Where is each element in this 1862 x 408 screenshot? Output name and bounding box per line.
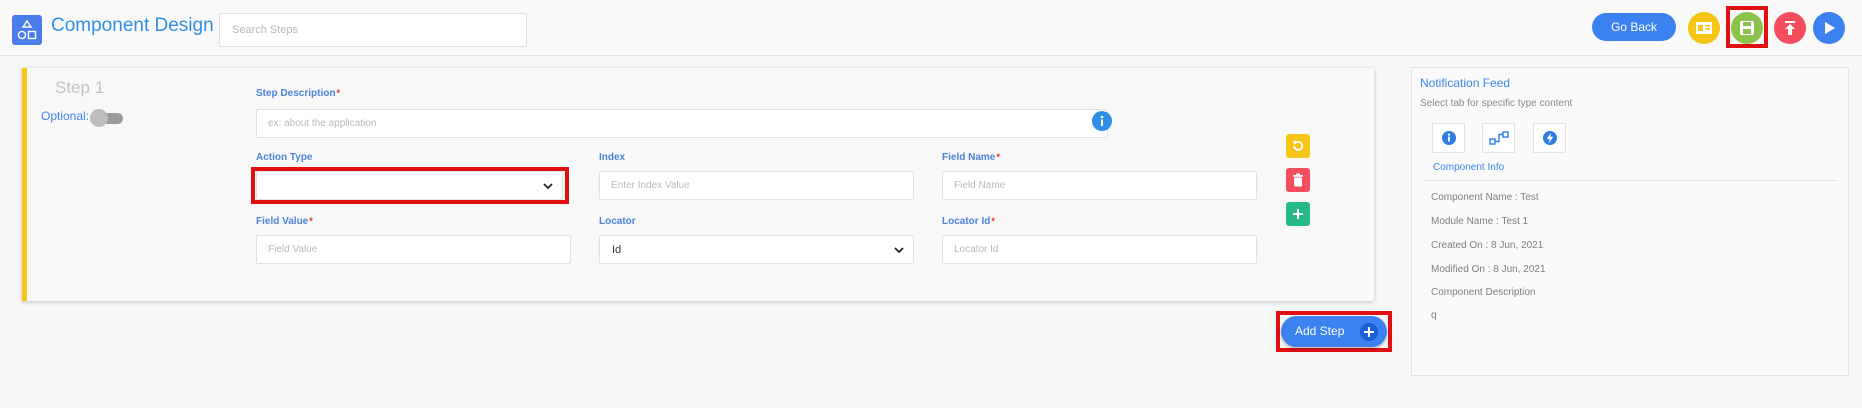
flow-icon: [1488, 131, 1509, 145]
divider: [1424, 180, 1838, 181]
tab-flow[interactable]: [1482, 123, 1515, 153]
notification-feed-title: Notification Feed: [1420, 76, 1511, 90]
delete-icon[interactable]: [1286, 168, 1310, 192]
play-icon[interactable]: [1813, 12, 1845, 44]
info-icon: [1441, 131, 1456, 145]
tab-activity[interactable]: [1533, 123, 1566, 153]
active-tab-label: Component Info: [1433, 162, 1505, 173]
upload-icon[interactable]: [1774, 12, 1806, 44]
step-card: Step 1 Optional: Step Description* Actio…: [22, 68, 1374, 301]
action-type-highlight-box: [251, 167, 569, 204]
go-back-button[interactable]: Go Back: [1592, 13, 1676, 41]
page-title: Component Design: [51, 15, 214, 36]
tab-component-info[interactable]: [1432, 123, 1465, 153]
step-description-input[interactable]: [256, 109, 1108, 138]
index-label: Index: [599, 152, 626, 163]
locator-select[interactable]: Id: [599, 235, 914, 264]
app-logo-icon[interactable]: [12, 15, 42, 45]
optional-toggle[interactable]: [90, 109, 123, 127]
notification-feed-panel: Notification Feed Select tab for specifi…: [1411, 67, 1849, 376]
field-value-input[interactable]: [256, 235, 571, 264]
created-on-text: Created On : 8 Jun, 2021: [1431, 240, 1544, 251]
id-card-icon[interactable]: [1688, 12, 1720, 44]
index-input[interactable]: [599, 171, 914, 200]
component-description-label: Component Description: [1431, 287, 1536, 298]
reset-icon[interactable]: [1286, 134, 1310, 158]
search-steps-input[interactable]: [219, 13, 527, 47]
component-description-value: q: [1431, 310, 1437, 321]
add-step-button[interactable]: Add Step: [1281, 316, 1387, 347]
locator-id-input[interactable]: [942, 235, 1257, 264]
field-value-label: Field Value*: [256, 216, 313, 227]
module-name-text: Module Name : Test 1: [1431, 216, 1529, 227]
notification-feed-subtitle: Select tab for specific type content: [1420, 98, 1573, 109]
locator-value: Id: [612, 243, 622, 256]
bolt-icon: [1542, 131, 1557, 145]
action-type-label: Action Type: [256, 152, 313, 163]
chevron-down-icon: [894, 247, 904, 254]
component-name-text: Component Name : Test: [1431, 192, 1539, 203]
field-name-label: Field Name*: [942, 152, 1000, 163]
plus-icon: [1360, 323, 1378, 341]
step-title: Step 1: [55, 78, 105, 97]
add-field-icon[interactable]: [1286, 202, 1310, 226]
save-highlight-box: [1726, 6, 1768, 48]
info-icon[interactable]: [1092, 111, 1112, 131]
modified-on-text: Modified On : 8 Jun, 2021: [1431, 264, 1546, 275]
field-name-input[interactable]: [942, 171, 1257, 200]
step-description-label: Step Description*: [256, 88, 340, 99]
locator-label: Locator: [599, 216, 636, 227]
locator-id-label: Locator Id*: [942, 216, 995, 227]
add-step-label: Add Step: [1295, 324, 1345, 338]
optional-label: Optional:: [41, 109, 90, 123]
top-header: Component Design Go Back: [0, 0, 1862, 56]
